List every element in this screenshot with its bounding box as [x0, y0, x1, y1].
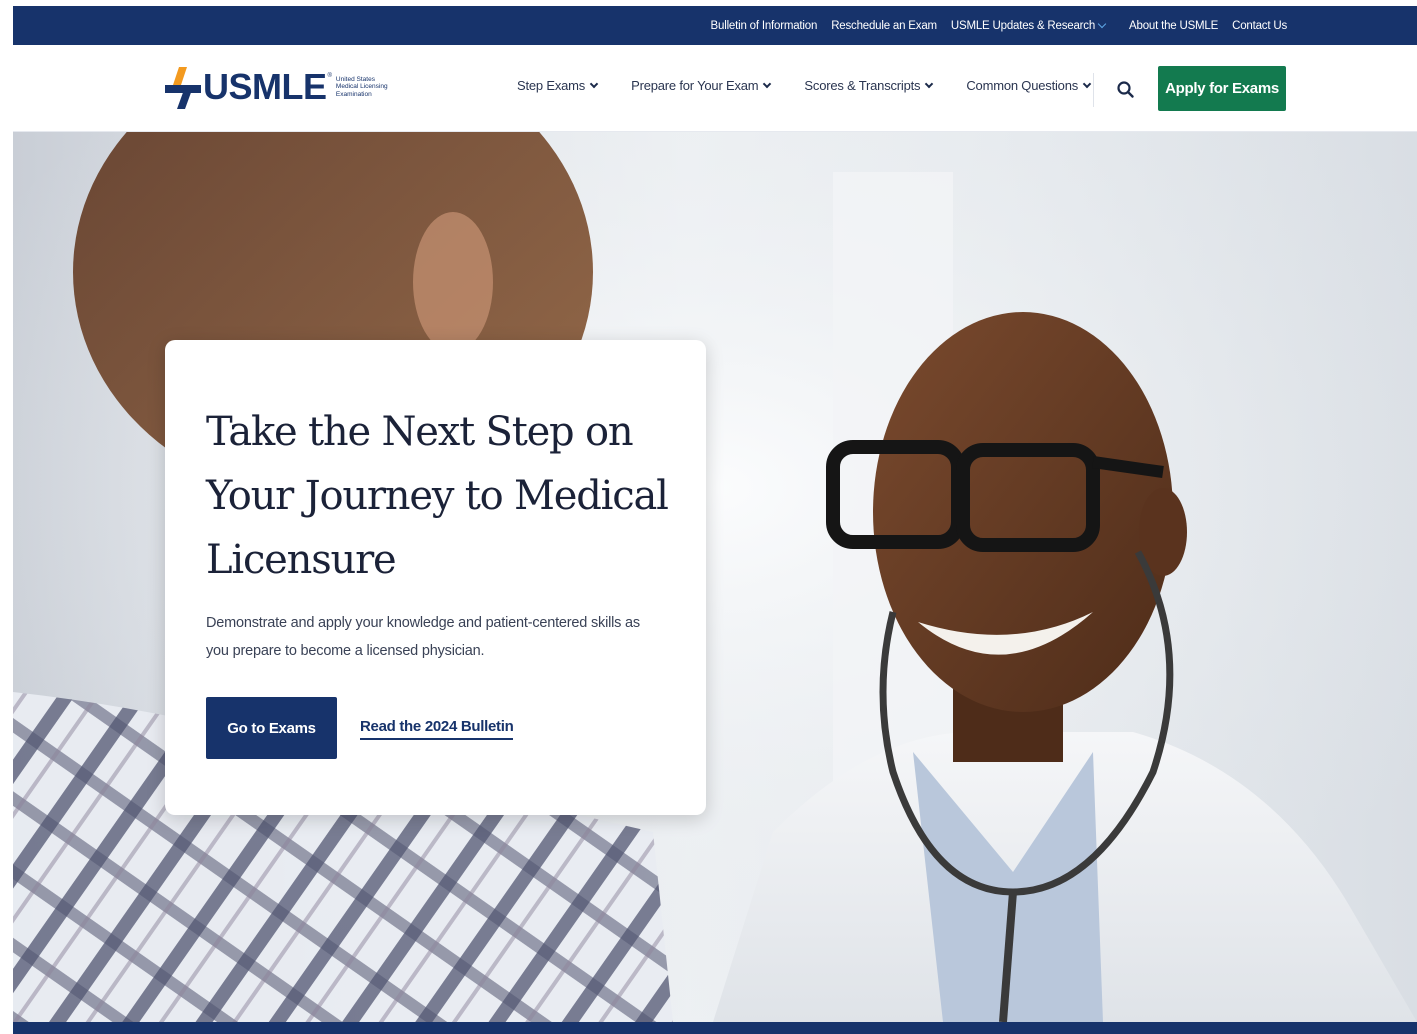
- chevron-down-icon: [1082, 79, 1092, 88]
- utility-link-updates[interactable]: USMLE Updates & Research: [950, 19, 1107, 32]
- utility-link-reschedule[interactable]: Reschedule an Exam: [831, 20, 937, 32]
- utility-nav: Bulletin of Information Reschedule an Ex…: [13, 6, 1417, 45]
- hero-title: Take the Next Step on Your Journey to Me…: [206, 409, 669, 583]
- chevron-down-icon: [925, 79, 934, 88]
- page: Bulletin of Information Reschedule an Ex…: [13, 6, 1417, 1034]
- utility-link-label: USMLE Updates & Research: [950, 19, 1096, 32]
- nav-scores[interactable]: Scores & Transcripts: [804, 78, 934, 93]
- utility-link-contact[interactable]: Contact Us: [1232, 20, 1287, 32]
- hero-description: Demonstrate and apply your knowledge and…: [206, 615, 640, 659]
- logo-subtitle: United States Medical Licensing Examinat…: [335, 75, 388, 98]
- nav-common-questions[interactable]: Common Questions: [966, 78, 1092, 93]
- usmle-cross-icon: [165, 67, 201, 109]
- nav-label: Common Questions: [966, 78, 1079, 93]
- nav-step-exams[interactable]: Step Exams: [517, 78, 599, 93]
- hero-card: Take the Next Step on Your Journey to Me…: [165, 340, 706, 815]
- utility-link-about[interactable]: About the USMLE: [1129, 20, 1218, 32]
- chevron-down-icon: [589, 79, 599, 88]
- utility-link-label: Reschedule an Exam: [831, 19, 937, 32]
- nav-label: Scores & Transcripts: [804, 78, 921, 93]
- utility-link-label: About the USMLE: [1129, 19, 1219, 32]
- chevron-down-icon: [1097, 19, 1107, 29]
- utility-link-bulletin[interactable]: Bulletin of Information: [711, 20, 818, 32]
- nav-divider: [1093, 73, 1094, 107]
- hero-section: Take the Next Step on Your Journey to Me…: [13, 132, 1417, 1022]
- logo-trademark: ®: [327, 73, 332, 79]
- utility-link-label: Bulletin of Information: [710, 19, 818, 32]
- main-nav: Step Exams Prepare for Your Exam Scores …: [517, 78, 1092, 93]
- usmle-logo[interactable]: USMLE ® United States Medical Licensing …: [165, 65, 392, 109]
- logo-wordmark: USMLE: [203, 66, 327, 107]
- apply-for-exams-button[interactable]: Apply for Exams: [1158, 66, 1286, 111]
- chevron-down-icon: [763, 79, 772, 88]
- main-header: USMLE ® United States Medical Licensing …: [13, 45, 1417, 132]
- nav-label: Prepare for Your Exam: [631, 78, 759, 93]
- nav-label: Step Exams: [517, 78, 586, 93]
- go-to-exams-button[interactable]: Go to Exams: [206, 697, 337, 759]
- read-bulletin-link[interactable]: Read the 2024 Bulletin: [360, 718, 514, 740]
- nav-prepare[interactable]: Prepare for Your Exam: [631, 78, 772, 93]
- utility-link-label: Contact Us: [1232, 19, 1287, 32]
- search-icon[interactable]: [1116, 80, 1136, 100]
- bottom-band: [13, 1022, 1417, 1034]
